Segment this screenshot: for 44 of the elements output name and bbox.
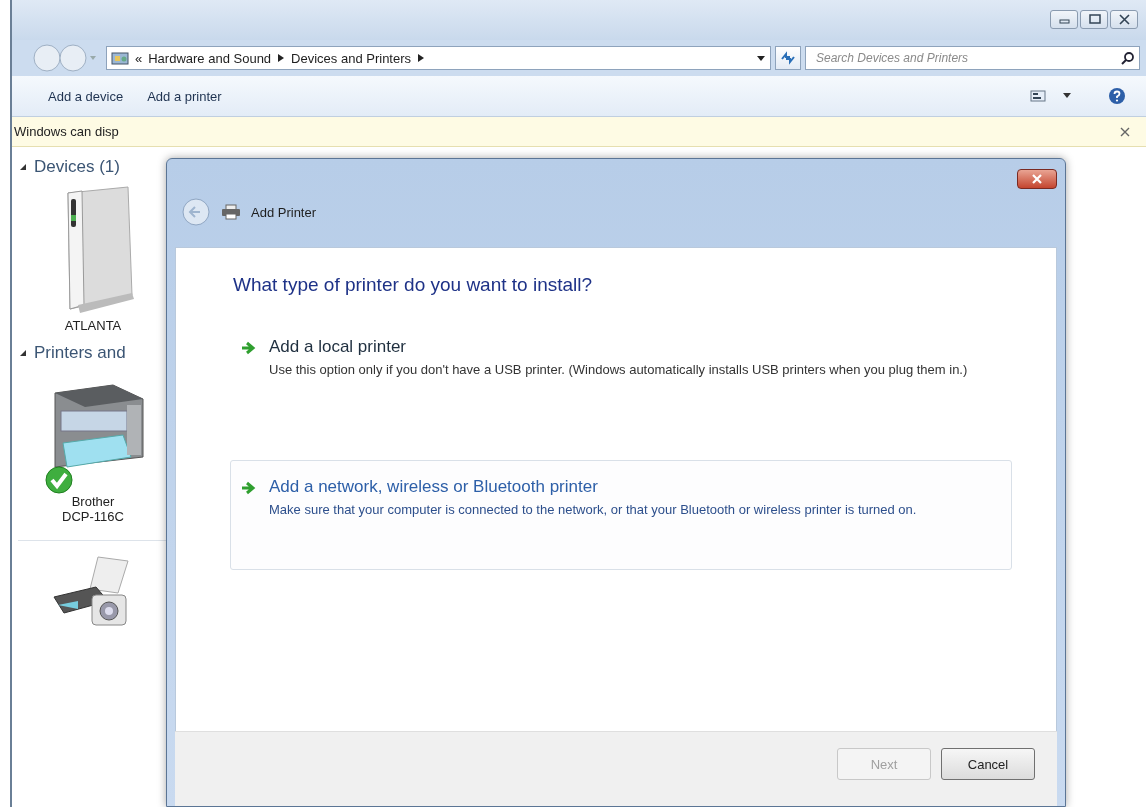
view-options-icon[interactable] [1030, 90, 1046, 102]
device-label[interactable]: Brother DCP-116C [58, 494, 128, 524]
search-field[interactable]: Search Devices and Printers [805, 46, 1140, 70]
breadcrumb-arrow-icon[interactable] [417, 52, 426, 63]
breadcrumb-arrow-icon[interactable] [277, 52, 286, 63]
maximize-button[interactable] [1080, 10, 1108, 29]
group-header[interactable]: Devices (1) [34, 157, 120, 177]
minimize-button[interactable] [1050, 10, 1078, 29]
dialog-title: Add Printer [251, 204, 317, 220]
maximize-icon [1087, 14, 1101, 25]
arrow-icon [241, 341, 257, 355]
close-button[interactable] [1017, 169, 1057, 189]
toolbar-button[interactable]: Add a device [40, 84, 132, 108]
close-button[interactable] [1110, 10, 1138, 29]
device-label[interactable]: ATLANTA [58, 318, 128, 333]
help-icon[interactable] [1108, 87, 1126, 105]
dialog-heading: What type of printer do you want to install? [233, 274, 594, 296]
info-bar-message[interactable]: Windows can disp [12, 124, 119, 139]
search-icon[interactable] [1121, 51, 1135, 65]
toolbar-button[interactable]: Add a printer [139, 84, 230, 108]
option-title: Add a local printer [269, 337, 408, 357]
address-bar[interactable]: « Hardware and Sound Devices and Printers [106, 46, 771, 70]
cancel-button[interactable]: Cancel [941, 748, 1035, 780]
refresh-icon [780, 51, 796, 65]
option-link[interactable]: Add a network, wireless or Bluetooth printer Make sure that your computer is connected to the network, or that your Bluetooth or wireless printer is turned on. [230, 460, 1012, 570]
option-description: Use this option only if you don't have a USB printer. (Windows automatically installs USB printers when you plug them in.) [269, 361, 968, 379]
close-icon [1117, 14, 1131, 25]
breadcrumb[interactable]: Hardware and Sound [148, 50, 272, 66]
group-header[interactable]: Printers and [34, 343, 126, 363]
refresh-button[interactable] [775, 46, 801, 70]
breadcrumb[interactable]: Devices and Printers [291, 50, 412, 66]
caret-icon[interactable] [1062, 92, 1072, 100]
printer-icon [221, 204, 241, 220]
dropdown-arrow-icon[interactable] [756, 54, 766, 63]
option-link[interactable]: Add a local printer Use this option only if you don't have a USB printer. (Windows automatically installs USB printers when you plug them in.) [230, 320, 1012, 430]
expand-triangle-icon[interactable] [18, 162, 28, 172]
control-panel-icon [111, 50, 129, 66]
option-description: Make sure that your computer is connected to the network, or that your Bluetooth or wireless printer is turned on. [269, 501, 917, 519]
close-icon [1030, 174, 1044, 184]
expand-triangle-icon[interactable] [18, 348, 28, 358]
option-title: Add a network, wireless or Bluetooth printer [269, 477, 599, 497]
arrow-icon [241, 481, 257, 495]
close-icon[interactable] [1120, 126, 1130, 137]
breadcrumb-overflow[interactable]: « [135, 50, 143, 66]
